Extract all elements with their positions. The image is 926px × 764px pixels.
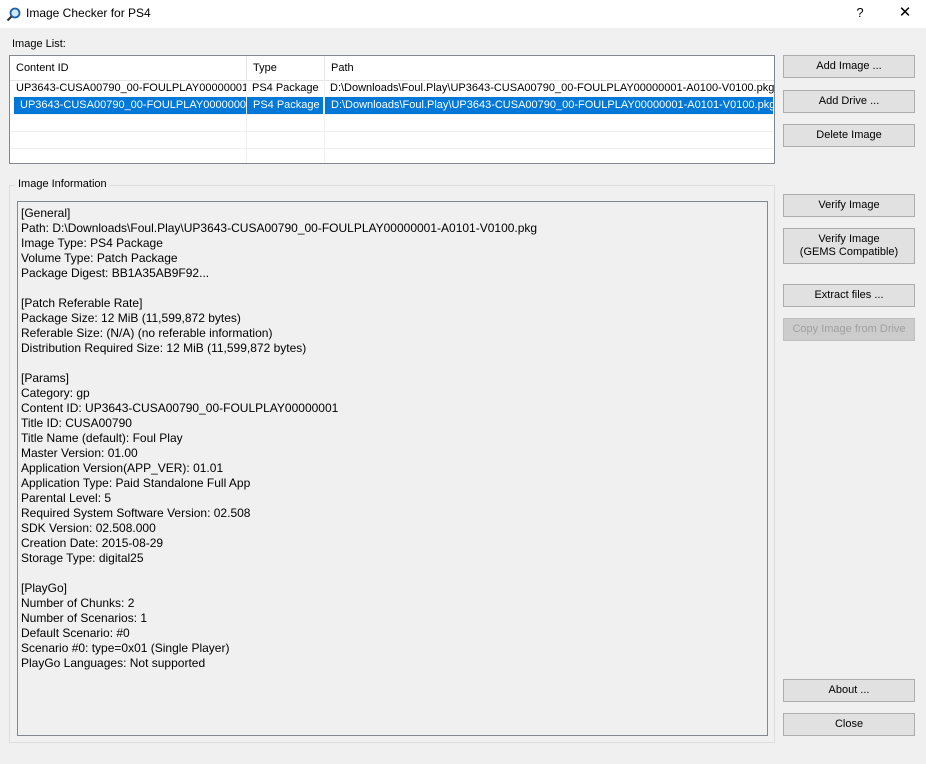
- cell-path: D:\Downloads\Foul.Play\UP3643-CUSA00790_…: [325, 97, 773, 114]
- column-header-type[interactable]: Type: [247, 56, 325, 80]
- info-line: Title ID: CUSA00790: [21, 416, 132, 430]
- close-button[interactable]: Close: [783, 713, 915, 736]
- info-line: Package Digest: BB1A35AB9F92...: [21, 266, 210, 280]
- info-line: Application Version(APP_VER): 01.01: [21, 461, 224, 475]
- extract-files-button[interactable]: Extract files ...: [783, 284, 915, 307]
- info-line: [General]: [21, 206, 71, 220]
- column-header-path[interactable]: Path: [325, 56, 774, 80]
- info-line: Path: D:\Downloads\Foul.Play\UP3643-CUSA…: [21, 221, 538, 235]
- verify-image-gems-button[interactable]: Verify Image (GEMS Compatible): [783, 228, 915, 264]
- add-image-button[interactable]: Add Image ...: [783, 55, 915, 78]
- info-line: [Patch Referable Rate]: [21, 296, 143, 310]
- info-line: Title Name (default): Foul Play: [21, 431, 183, 445]
- cell-type: PS4 Package: [247, 97, 323, 114]
- info-line: Creation Date: 2015-08-29: [21, 536, 164, 550]
- info-line: Number of Chunks: 2: [21, 596, 135, 610]
- verify-image-button[interactable]: Verify Image: [783, 194, 915, 217]
- info-line: Volume Type: Patch Package: [21, 251, 178, 265]
- info-line: [PlayGo]: [21, 581, 68, 595]
- info-line: Referable Size: (N/A) (no referable info…: [21, 326, 273, 340]
- grid-line: [10, 114, 774, 115]
- info-line: Default Scenario: #0: [21, 626, 130, 640]
- info-line: Number of Scenarios: 1: [21, 611, 148, 625]
- info-line: Distribution Required Size: 12 MiB (11,5…: [21, 341, 307, 355]
- magnifier-app-icon: [6, 7, 21, 22]
- add-drive-button[interactable]: Add Drive ...: [783, 90, 915, 113]
- cell-type: PS4 Package: [252, 82, 319, 94]
- table-row-selected[interactable]: UP3643-CUSA00790_00-FOULPLAY00000001 PS4…: [10, 97, 774, 114]
- info-line: SDK Version: 02.508.000: [21, 521, 156, 535]
- info-line: Category: gp: [21, 386, 90, 400]
- info-line: Parental Level: 5: [21, 491, 112, 505]
- grid-line: [10, 148, 774, 149]
- image-list[interactable]: Content ID Type Path UP3643-CUSA00790_00…: [9, 55, 775, 164]
- help-button[interactable]: ?: [848, 2, 872, 24]
- table-row[interactable]: UP3643-CUSA00790_00-FOULPLAY00000001 PS4…: [10, 80, 774, 97]
- info-line: [Params]: [21, 371, 70, 385]
- info-line: Scenario #0: type=0x01 (Single Player): [21, 641, 230, 655]
- copy-image-from-drive-button[interactable]: Copy Image from Drive: [783, 318, 915, 341]
- about-button[interactable]: About ...: [783, 679, 915, 702]
- image-information-textbox[interactable]: [General] Path: D:\Downloads\Foul.Play\UP…: [17, 201, 768, 736]
- delete-image-button[interactable]: Delete Image: [783, 124, 915, 147]
- image-list-label: Image List:: [12, 38, 66, 50]
- info-line: Required System Software Version: 02.508: [21, 506, 251, 520]
- info-line: Content ID: UP3643-CUSA00790_00-FOULPLAY…: [21, 401, 339, 415]
- cell-content-id: UP3643-CUSA00790_00-FOULPLAY00000001: [14, 97, 246, 114]
- info-line: Image Type: PS4 Package: [21, 236, 163, 250]
- window-close-icon[interactable]: ✕: [892, 2, 918, 24]
- column-header-content-id[interactable]: Content ID: [10, 56, 247, 80]
- info-line: PlayGo Languages: Not supported: [21, 656, 206, 670]
- grid-line: [10, 131, 774, 132]
- info-line: Application Type: Paid Standalone Full A…: [21, 476, 251, 490]
- title-bar: Image Checker for PS4 ? ✕: [0, 0, 926, 28]
- cell-path: D:\Downloads\Foul.Play\UP3643-CUSA00790_…: [330, 82, 774, 94]
- image-list-header: Content ID Type Path: [10, 56, 774, 81]
- info-line: Master Version: 01.00: [21, 446, 138, 460]
- info-line: Storage Type: digital25: [21, 551, 144, 565]
- cell-content-id: UP3643-CUSA00790_00-FOULPLAY00000001: [16, 82, 246, 94]
- window-title: Image Checker for PS4: [26, 6, 151, 20]
- info-line: Package Size: 12 MiB (11,599,872 bytes): [21, 311, 241, 325]
- verify-gems-line2: (GEMS Compatible): [799, 246, 899, 258]
- verify-gems-line1: Verify Image: [818, 233, 880, 245]
- image-information-label: Image Information: [15, 178, 110, 190]
